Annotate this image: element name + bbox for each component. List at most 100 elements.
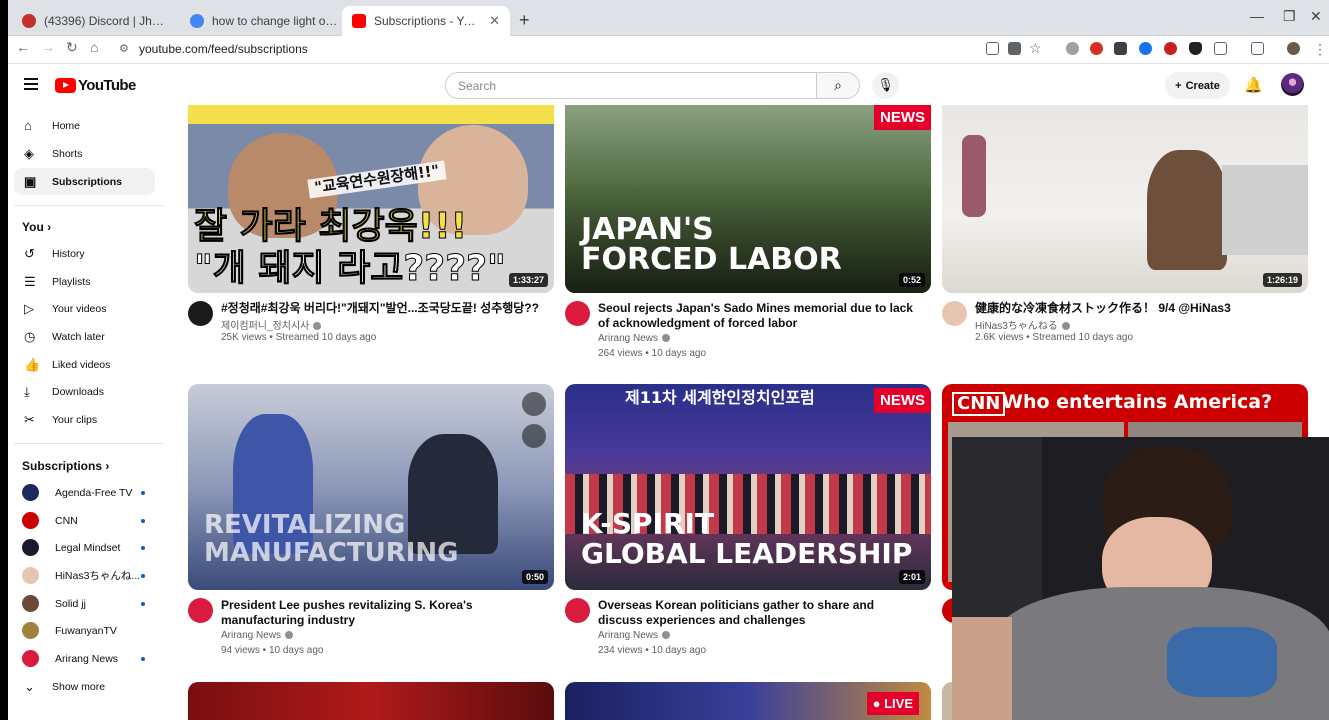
sidebar-channel-agenda-free-tv[interactable]: Agenda-Free TV bbox=[14, 479, 155, 506]
webcam-shirt-print bbox=[1167, 627, 1277, 697]
mute-icon[interactable] bbox=[522, 392, 546, 416]
sidebar-channel-solid-jj[interactable]: Solid jj bbox=[14, 590, 155, 617]
sidebar-item-label: History bbox=[52, 247, 85, 260]
sidebar-item-history[interactable]: ↺ History bbox=[14, 240, 155, 267]
captions-icon[interactable] bbox=[522, 424, 546, 448]
notifications-bell-icon[interactable]: 🔔 bbox=[1244, 76, 1263, 94]
extension-icon[interactable] bbox=[1139, 42, 1152, 55]
video-thumbnail[interactable]: ● LIVE bbox=[565, 682, 931, 720]
search-button[interactable]: ⌕ bbox=[816, 72, 860, 99]
sidebar-item-subscriptions[interactable]: ▣ Subscriptions bbox=[14, 168, 155, 195]
sidebar-item-shorts[interactable]: ◈ Shorts bbox=[14, 140, 155, 167]
channel-avatar[interactable] bbox=[188, 598, 213, 623]
site-info-icon[interactable]: ⚙ bbox=[119, 42, 129, 55]
minimize-icon[interactable]: — bbox=[1250, 8, 1264, 24]
sidebar-item-your-videos[interactable]: ▷ Your videos bbox=[14, 295, 155, 322]
channel-avatar[interactable] bbox=[565, 301, 590, 326]
channel-avatar[interactable] bbox=[188, 301, 213, 326]
video-card[interactable]: REVITALIZING MANUFACTURING 0:50 Presiden… bbox=[188, 384, 554, 678]
extension-icon[interactable] bbox=[1114, 42, 1127, 55]
side-panel-icon[interactable] bbox=[1251, 42, 1264, 55]
sidebar-item-downloads[interactable]: ⤓ Downloads bbox=[14, 378, 155, 405]
new-tab-button[interactable]: + bbox=[519, 10, 530, 31]
profile-avatar[interactable] bbox=[1287, 42, 1300, 55]
voice-search-button[interactable]: 🎙 bbox=[872, 72, 899, 99]
address-bar[interactable]: youtube.com/feed/subscriptions bbox=[139, 42, 308, 56]
sidebar-item-playlists[interactable]: ☰ Playlists bbox=[14, 268, 155, 295]
close-window-icon[interactable]: ✕ bbox=[1310, 8, 1322, 25]
video-thumbnail[interactable]: 제11차 세계한인정치인포럼 NEWS K-SPIRIT GLOBAL LEAD… bbox=[565, 384, 931, 590]
sidebar-item-home[interactable]: ⌂ Home bbox=[14, 112, 155, 139]
subscriptions-icon: ▣ bbox=[24, 173, 37, 189]
news-tag: NEWS bbox=[874, 388, 931, 413]
channel-name[interactable]: Arirang News bbox=[598, 630, 671, 641]
new-content-dot bbox=[141, 601, 145, 606]
sidebar-channel-cnn[interactable]: CNN bbox=[14, 507, 155, 534]
video-card[interactable]: 제11차 세계한인정치인포럼 NEWS K-SPIRIT GLOBAL LEAD… bbox=[565, 384, 931, 678]
video-card[interactable] bbox=[188, 682, 554, 720]
channel-avatar[interactable] bbox=[565, 598, 590, 623]
channel-name[interactable]: 제이컴퍼니_정치시사 bbox=[221, 317, 322, 332]
you-heading[interactable]: You › bbox=[22, 220, 51, 234]
forward-icon[interactable]: → bbox=[41, 39, 55, 55]
channel-name-text: 제이컴퍼니_정치시사 bbox=[221, 321, 310, 332]
reload-icon[interactable]: ↻ bbox=[66, 39, 78, 56]
sidebar-item-watch-later[interactable]: ◷ Watch later bbox=[14, 323, 155, 350]
show-more-button[interactable]: ⌄ Show more bbox=[14, 673, 155, 700]
browser-menu-icon[interactable]: ⋮ bbox=[1313, 41, 1327, 58]
sidebar-channel-arirang-news[interactable]: Arirang News bbox=[14, 645, 155, 672]
video-card[interactable]: NEWS JAPAN'S FORCED LABOR 0:52 Seoul rej… bbox=[565, 105, 931, 381]
video-card[interactable]: ● LIVE bbox=[565, 682, 931, 720]
browser-tab-google[interactable]: how to change light on discord bbox=[180, 6, 348, 36]
video-thumbnail[interactable]: NEWS JAPAN'S FORCED LABOR 0:52 bbox=[565, 105, 931, 293]
video-title[interactable]: 健康的な冷凍食材ストック作る！ 9/4 @HiNas3 bbox=[975, 301, 1295, 316]
divider bbox=[14, 205, 163, 206]
channel-name[interactable]: Arirang News bbox=[598, 333, 671, 344]
create-button[interactable]: + Create bbox=[1165, 72, 1230, 99]
video-title[interactable]: President Lee pushes revitalizing S. Kor… bbox=[221, 598, 541, 628]
sidebar-channel-legal-mindset[interactable]: Legal Mindset bbox=[14, 534, 155, 561]
maximize-icon[interactable]: ❐ bbox=[1283, 8, 1296, 25]
close-tab-icon[interactable]: ✕ bbox=[489, 13, 500, 29]
home-icon: ⌂ bbox=[24, 118, 32, 133]
video-title[interactable]: Overseas Korean politicians gather to sh… bbox=[598, 598, 918, 628]
bookmark-star-icon[interactable]: ☆ bbox=[1029, 40, 1042, 57]
account-avatar[interactable] bbox=[1281, 73, 1304, 96]
install-app-icon[interactable] bbox=[986, 42, 999, 55]
channel-avatar[interactable] bbox=[942, 301, 967, 326]
video-title[interactable]: Seoul rejects Japan's Sado Mines memoria… bbox=[598, 301, 918, 331]
video-title[interactable]: #정청래#최강욱 버리다!"개돼지"발언...조국당도끝! 성추행당?? bbox=[221, 301, 541, 316]
extension-icon[interactable] bbox=[1066, 42, 1079, 55]
shield-icon[interactable] bbox=[1189, 42, 1202, 55]
subscriptions-heading[interactable]: Subscriptions › bbox=[22, 459, 109, 473]
search-input[interactable]: Search bbox=[445, 72, 817, 99]
divider bbox=[14, 443, 163, 444]
video-thumbnail[interactable]: REVITALIZING MANUFACTURING 0:50 bbox=[188, 384, 554, 590]
video-card[interactable]: "교육연수원장해!!" 잘 가라 최강욱!!! "개 돼지 라고????" 1:… bbox=[188, 105, 554, 381]
video-card[interactable]: 1:26:19 健康的な冷凍食材ストック作る！ 9/4 @HiNas3 HiNa… bbox=[942, 105, 1308, 381]
sidebar-channel-fuwanyantv[interactable]: FuwanyanTV bbox=[14, 617, 155, 644]
back-icon[interactable]: ← bbox=[16, 39, 30, 55]
youtube-logo[interactable]: YouTube bbox=[55, 77, 136, 94]
sidebar-channel-hinas3[interactable]: HiNas3ちゃんね... bbox=[14, 562, 155, 589]
clips-icon: ✂ bbox=[24, 411, 35, 427]
video-thumbnail[interactable]: 1:26:19 bbox=[942, 105, 1308, 293]
video-thumbnail[interactable]: "교육연수원장해!!" 잘 가라 최강욱!!! "개 돼지 라고????" 1:… bbox=[188, 105, 554, 293]
video-stats: 234 views • 10 days ago bbox=[598, 645, 707, 656]
adblock-icon[interactable] bbox=[1090, 42, 1103, 55]
home-browser-icon[interactable]: ⌂ bbox=[90, 39, 98, 55]
sidebar-item-your-clips[interactable]: ✂ Your clips bbox=[14, 406, 155, 433]
sidebar-item-liked-videos[interactable]: 👍 Liked videos bbox=[14, 351, 155, 378]
channel-name[interactable]: HiNas3ちゃんねる bbox=[975, 317, 1070, 332]
browser-tab-youtube[interactable]: Subscriptions - YouTube ✕ bbox=[342, 6, 510, 36]
extensions-puzzle-icon[interactable] bbox=[1214, 42, 1227, 55]
extension-icon[interactable] bbox=[1164, 42, 1177, 55]
translate-icon[interactable] bbox=[1008, 42, 1021, 55]
create-label: Create bbox=[1185, 79, 1220, 92]
channel-name-text: Arirang News bbox=[598, 630, 659, 641]
channel-name[interactable]: Arirang News bbox=[221, 630, 294, 641]
browser-tab-discord[interactable]: (43396) Discord | Jhunter, R bbox=[12, 6, 180, 36]
search-icon: ⌕ bbox=[834, 77, 842, 93]
menu-icon[interactable] bbox=[24, 78, 38, 93]
video-thumbnail[interactable] bbox=[188, 682, 554, 720]
